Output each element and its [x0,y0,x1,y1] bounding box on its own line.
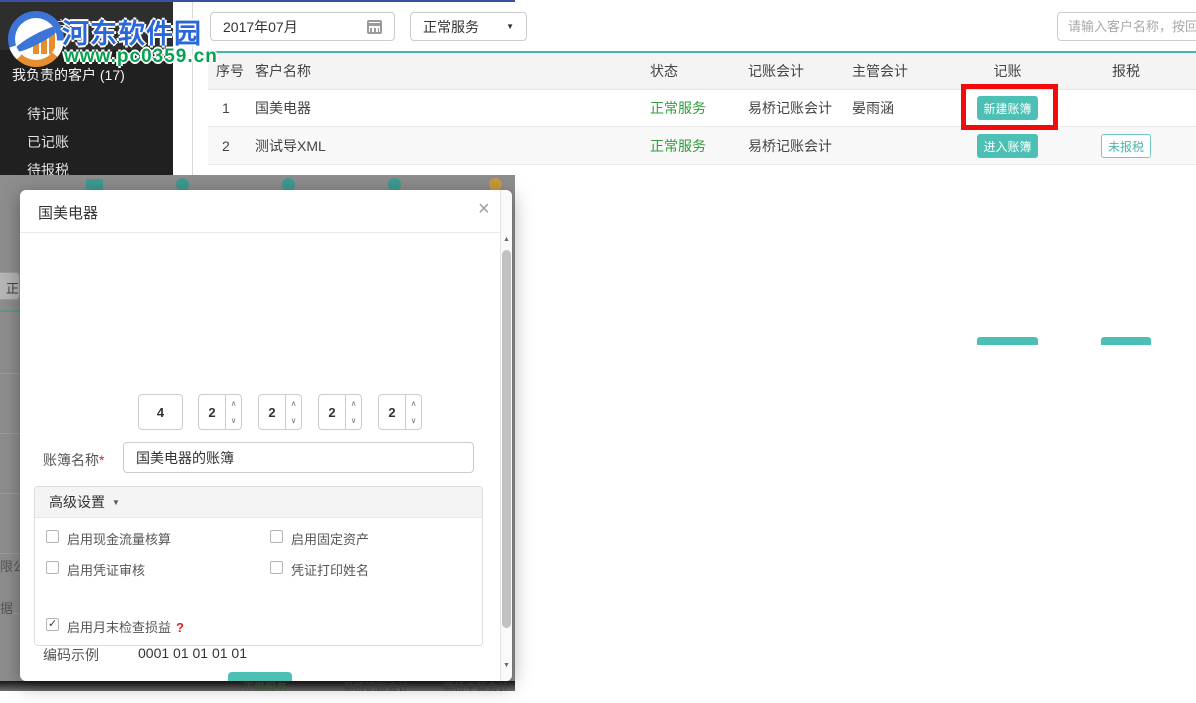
client-name: 国美电器 [255,98,311,118]
nav-grid-icon [86,179,103,190]
advanced-settings-label: 高级设置 [49,492,105,512]
scroll-up-icon[interactable]: ▲ [501,236,512,243]
save-button-partial[interactable] [228,672,292,681]
spinner-up-icon[interactable]: ∧ [226,395,241,412]
dimmed-data-text: 据 [0,598,13,617]
fixed-assets-label: 启用固定资产 [291,529,369,548]
month-end-check-label: 启用月末检查损益? [67,617,184,636]
calendar-icon [367,20,382,34]
close-icon[interactable]: × [478,198,490,220]
scroll-down-icon[interactable]: ▼ [501,662,512,669]
col-bookkeeper: 记账会计 [748,61,804,81]
status-filter-select[interactable]: 正常服务 ▼ [410,12,527,41]
modal-title: 国美电器 [38,202,98,223]
col-client-name: 客户名称 [255,61,311,81]
sidebar-item-pending-tax[interactable]: 待报税 [27,160,69,175]
enter-ledger-button[interactable]: 进入账簿 [977,134,1038,158]
spinner-up-icon[interactable]: ∧ [406,395,421,412]
dimmed-bookkeeper-text: 易桥记账会计 [343,681,409,691]
cashflow-label: 启用现金流量核算 [67,529,171,548]
code-segment-input[interactable]: 4 [138,394,183,430]
col-supervisor: 主管会计 [852,61,908,81]
status-badge: 正常服务 [650,136,706,156]
print-name-label: 凭证打印姓名 [291,560,369,579]
col-status: 状态 [650,61,678,81]
row-index: 2 [222,138,230,154]
dimmed-select-text: 正 [6,278,19,297]
book-name-label: 账簿名称* [43,450,104,470]
code-segment-stepper[interactable]: 2 ∧∨ [378,394,422,430]
dimmed-status-text: 正常服务 [243,681,287,691]
dimmed-supervisor-text: 易桥主管会计 [443,681,509,691]
table-row: 2 测试导XML 正常服务 易桥记账会计 进入账簿 未报税 [208,127,1196,165]
book-name-value: 国美电器的账簿 [136,448,234,468]
spinner-up-icon[interactable]: ∧ [286,395,301,412]
cashflow-checkbox[interactable] [46,530,59,543]
dimmed-row-line [0,553,20,554]
advanced-settings-panel: 高级设置 ▼ 启用现金流量核算 启用固定资产 启用凭证审核 凭证打印姓名 启用月… [34,486,483,646]
row-index: 1 [222,100,230,116]
supervisor: 晏雨涵 [852,98,894,118]
app-screen: 全部客户 我负责的客户 (17) 待记账 已记账 待报税 2017年07月 正常… [0,0,1196,703]
dimmed-table-border [0,310,20,312]
status-badge: 正常服务 [650,98,706,118]
highlight-red-box [961,84,1058,130]
spinner-down-icon[interactable]: ∨ [406,412,421,429]
book-name-input[interactable]: 国美电器的账簿 [123,442,474,473]
voucher-review-label: 启用凭证审核 [67,560,145,579]
dimmed-select-fragment: 正 [0,272,20,300]
col-index: 序号 [216,61,244,81]
code-segment-stepper[interactable]: 2 ∧∨ [198,394,242,430]
sidebar-section-title: 我负责的客户 (17) [12,65,125,85]
tax-not-filed-button[interactable]: 未报税 [1101,134,1151,158]
new-ledger-modal: 国美电器 × 账簿名称* 国美电器的账簿 会计制度* ----请先选择会计准则-… [20,190,512,681]
dimmed-row-line [0,373,20,374]
dimmed-bottom-row: 正常服务 易桥记账会计 易桥主管会计 [0,681,515,691]
search-input[interactable] [1057,12,1196,41]
advanced-settings-toggle[interactable]: 高级设置 ▼ [35,487,482,518]
spinner-up-icon[interactable]: ∧ [346,395,361,412]
code-segment-stepper[interactable]: 2 ∧∨ [258,394,302,430]
sidebar-item-pending-bookkeeping[interactable]: 待记账 [27,104,69,124]
sidebar-divider [192,2,193,175]
print-name-checkbox[interactable] [270,561,283,574]
bookkeeper: 易桥记账会计 [748,136,832,156]
code-sample-value: 0001 01 01 01 01 [138,645,247,661]
spinner-down-icon[interactable]: ∨ [346,412,361,429]
client-name: 测试导XML [255,136,326,156]
ledger-button-partial[interactable] [977,337,1038,345]
chevron-down-icon: ▼ [506,22,514,31]
col-ledger: 记账 [977,61,1038,81]
fixed-assets-checkbox[interactable] [270,530,283,543]
sidebar-item-booked[interactable]: 已记账 [27,132,69,152]
month-picker[interactable]: 2017年07月 [210,12,395,41]
chevron-down-icon: ▼ [112,498,120,507]
month-picker-value: 2017年07月 [223,17,298,37]
dimmed-row-line [0,433,20,434]
scrollbar-thumb[interactable] [502,250,511,628]
voucher-review-checkbox[interactable] [46,561,59,574]
modal-scrollbar[interactable]: ▲ ▼ [500,190,512,681]
code-sample-label: 编码示例 [43,645,99,665]
dimmed-row-line [0,493,20,494]
modal-title-divider [20,232,512,233]
status-filter-value: 正常服务 [423,17,479,37]
bookkeeper: 易桥记账会计 [748,98,832,118]
spinner-down-icon[interactable]: ∨ [286,412,301,429]
sidebar-item-all-clients[interactable]: 全部客户 [12,16,68,36]
help-icon[interactable]: ? [176,620,184,635]
col-tax: 报税 [1101,61,1151,81]
month-end-check-checkbox[interactable] [46,618,59,631]
spinner-down-icon[interactable]: ∨ [226,412,241,429]
sidebar: 全部客户 我负责的客户 (17) 待记账 已记账 待报税 [0,2,173,175]
tax-button-partial[interactable] [1101,337,1151,345]
code-segment-stepper[interactable]: 2 ∧∨ [318,394,362,430]
